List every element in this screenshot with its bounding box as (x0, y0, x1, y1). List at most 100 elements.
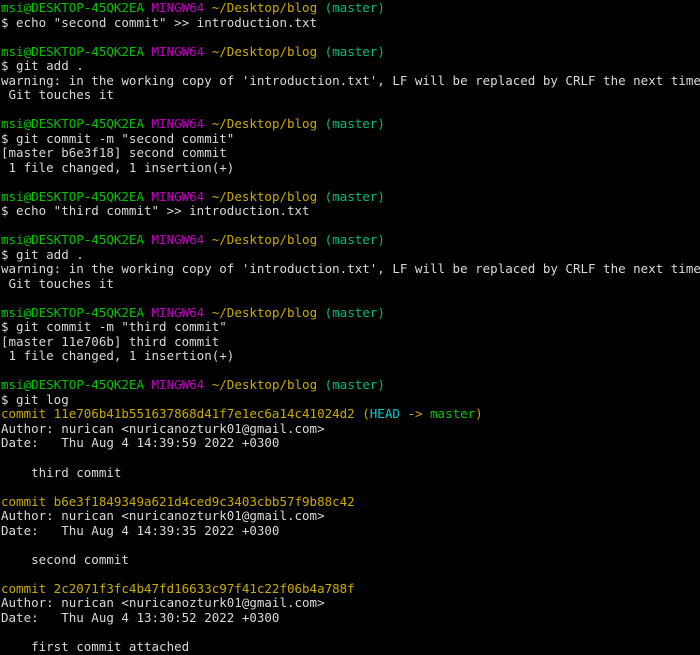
terminal-text-segment: msi@DESKTOP-45QK2EA (1, 304, 144, 320)
terminal-text-segment: ~/Desktop/blog (211, 304, 318, 320)
terminal-line: 1 file changed, 1 insertion(+) (1, 349, 700, 364)
terminal-line: $ git add . (1, 58, 700, 74)
terminal-text-segment: Author: nurican <nuricanozturk01@gmail.c… (1, 595, 325, 611)
terminal-text-segment: ~/Desktop/blog (211, 116, 318, 132)
terminal-text-segment: $ git commit -m "third commit" (1, 319, 227, 335)
prompt-line: msi@DESKTOP-45QK2EA MINGW64 ~/Desktop/bl… (1, 188, 700, 205)
terminal-text-segment: ) (475, 406, 483, 422)
terminal-text-segment: ~/Desktop/blog (211, 188, 318, 204)
terminal-text-segment: third commit (1, 464, 122, 480)
terminal-line: Author: nurican <nuricanozturk01@gmail.c… (1, 420, 700, 437)
terminal-line: warning: in the working copy of 'introdu… (1, 72, 700, 89)
terminal-text-segment: 1 file changed, 1 insertion(+) (1, 348, 235, 364)
terminal-line: Author: nurican <nuricanozturk01@gmail.c… (1, 508, 700, 524)
terminal-window[interactable]: msi@DESKTOP-45QK2EA MINGW64 ~/Desktop/bl… (0, 0, 700, 655)
terminal-text-segment: HEAD (369, 406, 400, 422)
terminal-text-segment: Date: Thu Aug 4 13:30:52 2022 +0300 (1, 609, 280, 625)
terminal-text-segment: (master) (324, 232, 385, 248)
terminal-line: Git touches it (1, 87, 700, 103)
prompt-line: msi@DESKTOP-45QK2EA MINGW64 ~/Desktop/bl… (1, 378, 700, 393)
terminal-text-segment: msi@DESKTOP-45QK2EA (1, 116, 144, 132)
terminal-text-segment: $ git add . (1, 58, 84, 74)
terminal-line: Author: nurican <nuricanozturk01@gmail.c… (1, 595, 700, 611)
prompt-line: msi@DESKTOP-45QK2EA MINGW64 ~/Desktop/bl… (1, 0, 700, 16)
prompt-line: msi@DESKTOP-45QK2EA MINGW64 ~/Desktop/bl… (1, 304, 700, 321)
prompt-line: msi@DESKTOP-45QK2EA MINGW64 ~/Desktop/bl… (1, 116, 700, 132)
terminal-line: [master b6e3f18] second commit (1, 145, 700, 161)
terminal-line: 1 file changed, 1 insertion(+) (1, 159, 700, 176)
terminal-text-segment: MINGW64 (151, 304, 205, 320)
terminal-line: [master 11e706b] third commit (1, 333, 700, 350)
terminal-text-segment: second commit (1, 551, 129, 567)
terminal-text-segment: MINGW64 (151, 0, 205, 15)
terminal-text-segment: ~/Desktop/blog (211, 0, 318, 15)
terminal-text-segment: warning: in the working copy of 'introdu… (1, 72, 700, 88)
terminal-text-segment: MINGW64 (151, 377, 205, 393)
terminal-text-segment: commit 11e706b41b551637868d41f7e1ec6a14c… (1, 406, 355, 422)
terminal-line: commit 2c2071f3fc4b47fd16633c97f41c22f06… (1, 581, 700, 597)
terminal-text-segment: Date: Thu Aug 4 14:39:35 2022 +0300 (1, 522, 280, 538)
terminal-text-segment: [master 11e706b] third commit (1, 333, 220, 349)
terminal-text-segment: (master) (324, 0, 385, 15)
terminal-line: Date: Thu Aug 4 14:39:59 2022 +0300 (1, 436, 700, 451)
terminal-text-segment: Git touches it (1, 87, 114, 103)
terminal-line: $ echo "second commit" >> introduction.t… (1, 14, 700, 31)
prompt-line: msi@DESKTOP-45QK2EA MINGW64 ~/Desktop/bl… (1, 232, 700, 248)
terminal-text-segment: commit b6e3f1849349a621d4ced9c3403cbb57f… (1, 493, 355, 509)
terminal-text-segment: Date: Thu Aug 4 14:39:59 2022 +0300 (1, 435, 280, 451)
terminal-text-segment: MINGW64 (151, 188, 205, 204)
terminal-text-segment: -> (399, 406, 430, 422)
terminal-line: $ git commit -m "second commit" (1, 130, 700, 147)
terminal-text-segment: first commit attached (1, 638, 190, 654)
terminal-line: Git touches it (1, 275, 700, 292)
terminal-text-segment: $ echo "second commit" >> introduction.t… (1, 14, 318, 30)
terminal-text-segment: (master) (324, 304, 385, 320)
terminal-line: third commit (1, 464, 700, 481)
terminal-text-segment: $ git add . (1, 246, 84, 262)
terminal-text-segment: Author: nurican <nuricanozturk01@gmail.c… (1, 420, 325, 436)
terminal-text-segment: $ echo "third commit" >> introduction.tx… (1, 203, 310, 219)
terminal-text-segment: (master) (324, 377, 385, 393)
terminal-text-segment: [master b6e3f18] second commit (1, 145, 227, 161)
terminal-line: commit b6e3f1849349a621d4ced9c3403cbb57f… (1, 493, 700, 510)
terminal-text-segment: $ git log (1, 391, 69, 407)
terminal-text-segment: msi@DESKTOP-45QK2EA (1, 232, 144, 248)
terminal-text-segment: Author: nurican <nuricanozturk01@gmail.c… (1, 508, 325, 524)
terminal-text-segment: (master) (324, 188, 385, 204)
terminal-text-segment: ( (354, 406, 370, 422)
terminal-text-segment: Git touches it (1, 275, 114, 291)
terminal-text-segment: msi@DESKTOP-45QK2EA (1, 377, 144, 393)
terminal-text-segment: msi@DESKTOP-45QK2EA (1, 188, 144, 204)
terminal-text-segment: ~/Desktop/blog (211, 43, 318, 59)
terminal-line: Date: Thu Aug 4 13:30:52 2022 +0300 (1, 609, 700, 626)
terminal-text-segment: $ git commit -m "second commit" (1, 130, 235, 146)
terminal-line: second commit (1, 551, 700, 568)
terminal-text-segment: 1 file changed, 1 insertion(+) (1, 159, 235, 175)
terminal-text-segment: (master) (324, 116, 385, 132)
terminal-line: Date: Thu Aug 4 14:39:35 2022 +0300 (1, 522, 700, 539)
terminal-line: warning: in the working copy of 'introdu… (1, 262, 700, 277)
terminal-text-segment: MINGW64 (151, 116, 205, 132)
